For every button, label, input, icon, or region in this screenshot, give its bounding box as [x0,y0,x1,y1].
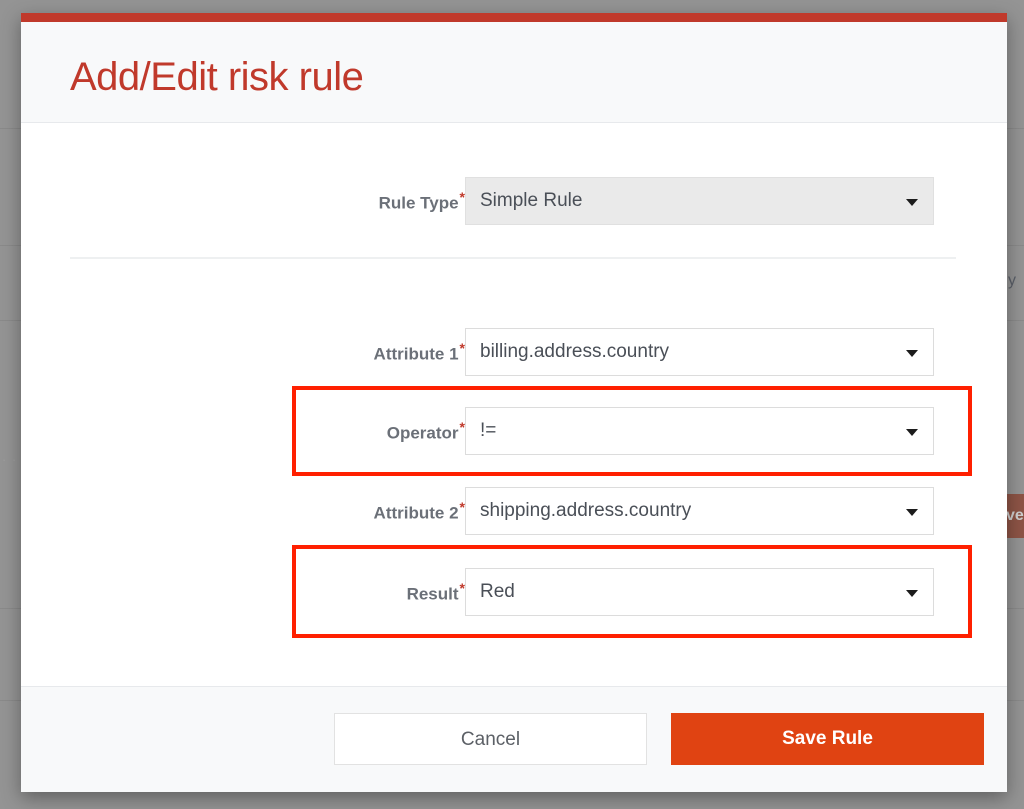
form-row-rule-type: Rule Type* Simple Rule [21,172,1007,230]
cancel-button[interactable]: Cancel [334,713,647,765]
attribute-2-select-value: shipping.address.country [480,500,692,521]
risk-rule-modal: Add/Edit risk rule Rule Type* Simple Rul… [21,13,1007,792]
attribute-2-select[interactable]: shipping.address.country [465,487,934,535]
form-row-result: Result* Red [21,563,1007,621]
attribute-1-select-value: billing.address.country [480,341,670,362]
background-save-button[interactable]: ve [1006,494,1024,538]
modal-header: Add/Edit risk rule [21,22,1007,123]
operator-label-text: Operator [386,423,459,443]
result-label: Result* [407,580,465,605]
save-rule-button[interactable]: Save Rule [671,713,984,765]
chevron-down-icon [906,590,918,597]
operator-select-value: != [480,420,497,441]
chevron-down-icon [906,429,918,436]
form-section-divider [70,257,956,259]
modal-accent-bar [21,13,1007,22]
attribute-2-label: Attribute 2* [374,499,465,524]
modal-body: Rule Type* Simple Rule Attribute 1* bill… [21,124,1007,686]
chevron-down-icon [906,199,918,206]
attribute-2-label-text: Attribute 2 [373,503,459,523]
form-row-operator: Operator* != [21,402,1007,460]
attribute-1-label: Attribute 1* [374,340,465,365]
result-label-text: Result [406,584,459,604]
operator-select[interactable]: != [465,407,934,455]
modal-footer: Cancel Save Rule [21,686,1007,792]
rule-type-label-text: Rule Type [378,193,459,213]
rule-type-select[interactable]: Simple Rule [465,177,934,225]
attribute-1-select[interactable]: billing.address.country [465,328,934,376]
operator-label: Operator* [387,419,465,444]
page-title: Add/Edit risk rule [70,55,364,99]
attribute-1-label-text: Attribute 1 [373,344,459,364]
chevron-down-icon [906,509,918,516]
rule-type-label: Rule Type* [379,189,465,214]
rule-type-select-value: Simple Rule [480,190,583,211]
form-row-attribute-1: Attribute 1* billing.address.country [21,323,1007,381]
result-select[interactable]: Red [465,568,934,616]
chevron-down-icon [906,350,918,357]
form-row-attribute-2: Attribute 2* shipping.address.country [21,482,1007,540]
background-table-cell-text: y [1008,272,1016,289]
result-select-value: Red [480,581,515,602]
